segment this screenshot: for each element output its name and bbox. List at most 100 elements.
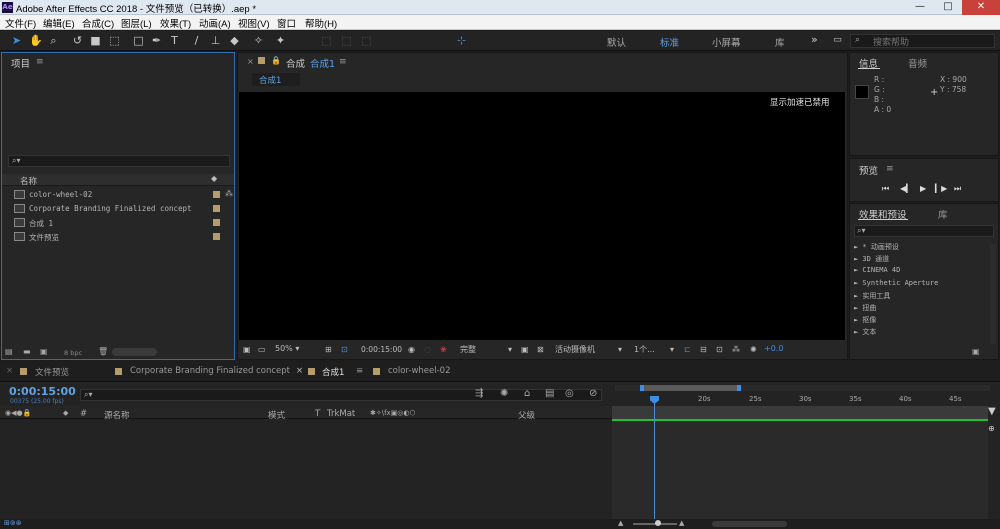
timeline-scrollbar[interactable]	[712, 521, 787, 527]
menu-help[interactable]: 帮助(H)	[305, 16, 337, 30]
roto-brush-tool-icon[interactable]: ✧	[252, 34, 265, 47]
layer-number-column[interactable]: #	[80, 409, 87, 419]
color-channels-icon[interactable]: ❀	[440, 345, 447, 354]
toggle-switches-icon[interactable]: ⊞⊚⊛	[4, 519, 22, 527]
workspace-library[interactable]: 库	[775, 35, 785, 49]
fast-previews-icon[interactable]: ⊏	[684, 345, 691, 354]
frame-blending-icon[interactable]: ▤	[545, 388, 554, 399]
exposure-value[interactable]: +0.0	[764, 344, 783, 353]
region-of-interest-icon[interactable]: ⊡	[341, 345, 348, 354]
workspace-default[interactable]: 默认	[607, 35, 626, 49]
effects-category[interactable]: ► 3D 通道	[854, 254, 889, 264]
always-preview-icon[interactable]: ▣	[243, 345, 251, 354]
bit-depth-button[interactable]: 8 bpc	[64, 349, 82, 357]
zoom-slider-thumb[interactable]	[655, 520, 661, 526]
toggle-transparency-icon[interactable]: ▣	[521, 345, 529, 354]
delete-icon[interactable]: 🗑	[98, 347, 108, 356]
more-workspaces-button[interactable]: »	[811, 33, 818, 46]
exposure-reset-icon[interactable]: ✺	[750, 345, 757, 354]
camera-dropdown[interactable]: 活动摄像机	[555, 344, 595, 355]
zoom-out-icon[interactable]: ▲	[618, 519, 623, 527]
pan-behind-tool-icon[interactable]: ⬚	[108, 34, 121, 47]
flowchart-icon[interactable]: ⁂	[225, 189, 233, 198]
pen-tool-icon[interactable]: ✒	[150, 34, 163, 47]
menu-file[interactable]: 文件(F)	[5, 16, 36, 30]
panel-menu-icon[interactable]: ≡	[886, 164, 894, 174]
grid-options-icon[interactable]: ⊠	[537, 345, 544, 354]
close-tab-icon[interactable]: ×	[6, 366, 13, 376]
close-button[interactable]: ✕	[962, 0, 1000, 15]
column-parent[interactable]: 父级	[518, 409, 535, 421]
zoom-tool-icon[interactable]: ⌕	[47, 34, 60, 47]
time-navigator[interactable]	[615, 385, 990, 391]
composition-name[interactable]: 合成1	[310, 56, 335, 70]
brush-tool-icon[interactable]: /	[190, 34, 203, 47]
current-time-display[interactable]: 0:00:15:00	[361, 345, 402, 354]
show-snapshot-icon[interactable]: ◌	[424, 345, 431, 354]
hand-tool-icon[interactable]: ✋	[29, 34, 43, 47]
lock-icon[interactable]: 🔒	[271, 56, 281, 65]
views-chevron-icon[interactable]: ▾	[670, 345, 674, 354]
effects-search-input[interactable]: ⌕▾	[854, 225, 994, 237]
tab-comp-1[interactable]: 合成1	[252, 73, 300, 86]
column-source-name[interactable]: 源名称	[104, 409, 130, 421]
graph-editor-icon[interactable]: ⊘	[589, 388, 597, 399]
label-color-swatch[interactable]	[213, 205, 220, 212]
tab-file-preview[interactable]: 文件预览	[35, 366, 69, 378]
column-trkmat[interactable]: TrkMat	[327, 409, 355, 419]
effects-category[interactable]: ► 抠像	[854, 315, 876, 325]
last-frame-icon[interactable]: ⏭	[954, 184, 961, 194]
shy-layers-icon[interactable]: ⌂	[524, 388, 530, 399]
close-tab-icon[interactable]: ×	[296, 366, 303, 376]
snap-options-icon[interactable]: ⊹	[455, 34, 468, 47]
new-folder-icon[interactable]: ▬	[23, 347, 31, 356]
close-panel-icon[interactable]: ×	[247, 57, 254, 66]
project-search-input[interactable]: ⌕▾	[8, 155, 230, 167]
zoom-in-icon[interactable]: ▲	[679, 519, 684, 527]
tab-audio[interactable]: 音频	[908, 56, 927, 70]
label-color-swatch[interactable]	[213, 191, 220, 198]
av-features-icons[interactable]: ◉◀●🔒	[5, 409, 31, 417]
label-color-swatch[interactable]	[213, 219, 220, 226]
rectangle-tool-icon[interactable]: □	[132, 34, 145, 47]
new-composition-icon[interactable]: ▣	[40, 347, 48, 356]
navigator-end-handle[interactable]	[737, 385, 741, 391]
flowchart-icon[interactable]: ⁂	[732, 345, 740, 354]
switches-column-icons[interactable]: ✱✧\fx▣◎◐⬡	[370, 409, 416, 417]
keyboard-shortcuts-icon[interactable]: ▭	[831, 34, 844, 47]
project-item[interactable]: 文件预览	[14, 231, 220, 243]
timeline-track-area[interactable]	[612, 421, 988, 519]
comp-flowchart-icon[interactable]: ⊡	[716, 345, 723, 354]
tab-library[interactable]: 库	[938, 207, 948, 221]
comp-marker-icon[interactable]: ⊕	[988, 424, 998, 434]
project-scrollbar[interactable]	[112, 348, 157, 356]
label-color-swatch[interactable]	[213, 233, 220, 240]
panel-menu-icon[interactable]: ≡	[36, 57, 44, 67]
menu-window[interactable]: 窗口	[277, 16, 296, 30]
minimize-button[interactable]: —	[906, 0, 934, 15]
effects-category[interactable]: ► 实用工具	[854, 291, 890, 301]
workspace-small-screen[interactable]: 小屏幕	[712, 35, 741, 49]
help-search-input[interactable]	[873, 36, 991, 47]
resolution-chevron-icon[interactable]: ▾	[508, 345, 512, 354]
snapshot-icon[interactable]: ◉	[408, 345, 415, 354]
navigator-start-handle[interactable]	[640, 385, 644, 391]
selection-tool-icon[interactable]: ➤	[10, 34, 23, 47]
motion-blur-icon[interactable]: ◎	[565, 388, 574, 399]
camera-chevron-icon[interactable]: ▾	[618, 345, 622, 354]
composition-viewer[interactable]: 显示加速已禁用	[239, 92, 845, 340]
views-dropdown[interactable]: 1个...	[634, 344, 655, 355]
tab-color-wheel[interactable]: color-wheel-02	[388, 366, 451, 376]
effects-category[interactable]: ► 扭曲	[854, 303, 876, 313]
effects-scrollbar[interactable]	[990, 244, 996, 344]
timeline-icon[interactable]: ⊟	[700, 345, 707, 354]
rotate-tool-icon[interactable]: ↺	[71, 34, 84, 47]
tab-corporate-branding[interactable]: Corporate Branding Finalized concept	[130, 366, 290, 376]
column-t[interactable]: T	[315, 409, 320, 419]
clone-stamp-tool-icon[interactable]: ⊥	[209, 34, 222, 47]
new-preset-icon[interactable]: ▣	[972, 347, 980, 356]
zoom-dropdown[interactable]: 50% ▾	[275, 344, 299, 353]
type-tool-icon[interactable]: T	[168, 34, 181, 47]
column-mode[interactable]: 模式	[268, 409, 285, 421]
first-frame-icon[interactable]: ⏮	[882, 184, 889, 194]
